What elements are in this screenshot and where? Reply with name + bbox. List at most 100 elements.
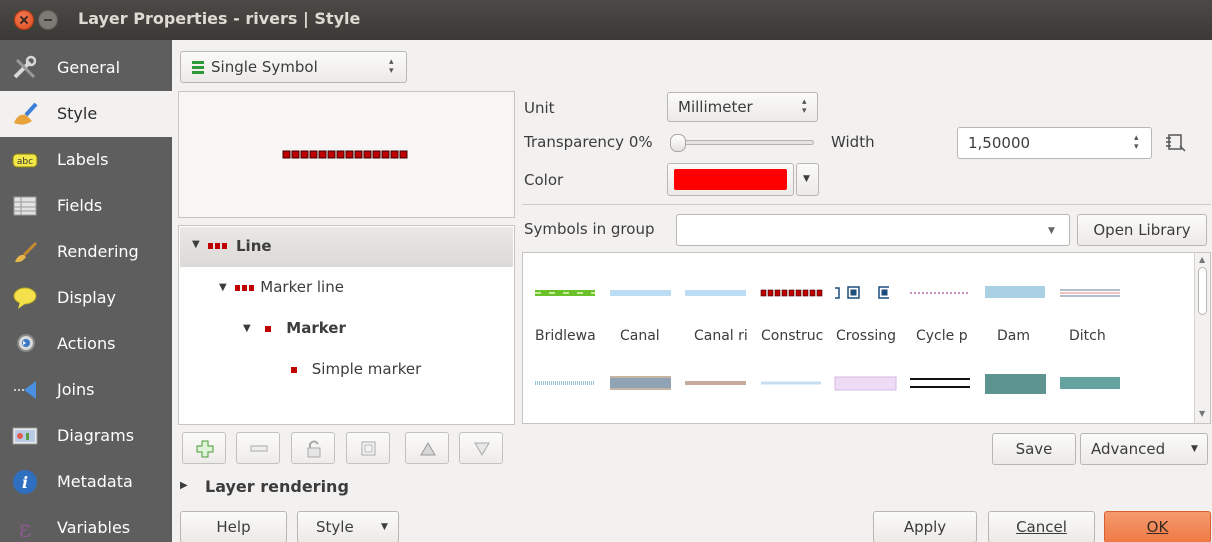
tree-label: Marker line bbox=[260, 278, 344, 296]
marker-line-icon bbox=[235, 285, 255, 291]
symbol-group-select[interactable]: ▼ bbox=[676, 214, 1070, 246]
sidebar-item-label: Labels bbox=[57, 150, 109, 169]
dropdown-arrow-icon: ▼ bbox=[803, 174, 810, 184]
lock-layer-button[interactable] bbox=[291, 432, 335, 464]
sidebar-item-variables[interactable]: ε Variables bbox=[0, 505, 172, 542]
svg-text:ε: ε bbox=[19, 515, 31, 541]
sidebar-item-diagrams[interactable]: Diagrams bbox=[0, 413, 172, 459]
arrow-down-icon bbox=[474, 442, 490, 456]
symbol-row2-2 bbox=[610, 376, 671, 390]
duplicate-layer-button[interactable] bbox=[346, 432, 390, 464]
unit-value: Millimeter bbox=[678, 98, 753, 116]
arrow-up-icon bbox=[420, 442, 436, 456]
abc-label-icon: abc bbox=[12, 153, 38, 168]
move-up-button[interactable] bbox=[405, 432, 449, 464]
sidebar-item-general[interactable]: General bbox=[0, 45, 172, 91]
expand-arrow-icon[interactable]: ▼ bbox=[192, 239, 200, 250]
plus-icon bbox=[196, 440, 214, 458]
unit-label: Unit bbox=[524, 99, 555, 117]
color-label: Color bbox=[524, 171, 564, 189]
color-button[interactable] bbox=[667, 163, 794, 196]
minus-icon bbox=[250, 445, 268, 452]
scroll-down-icon[interactable]: ▼ bbox=[1199, 409, 1205, 418]
unit-select[interactable]: Millimeter ▴ ▾ bbox=[667, 92, 818, 122]
symbols-group-label: Symbols in group bbox=[524, 220, 655, 238]
ok-button[interactable]: OK bbox=[1104, 511, 1211, 542]
scrollbar-thumb[interactable] bbox=[1198, 267, 1207, 315]
tree-row-marker[interactable]: ▼ Marker bbox=[243, 319, 346, 337]
sidebar-item-actions[interactable]: Actions bbox=[0, 321, 172, 367]
marker-line-preview bbox=[282, 150, 408, 159]
add-symbol-layer-button[interactable] bbox=[182, 432, 226, 464]
sidebar-item-rendering[interactable]: Rendering bbox=[0, 229, 172, 275]
tree-row-marker-line[interactable]: ▼ Marker line bbox=[219, 278, 344, 296]
tools-icon bbox=[13, 55, 37, 79]
single-symbol-icon bbox=[192, 61, 204, 74]
sidebar-item-metadata[interactable]: i Metadata bbox=[0, 459, 172, 505]
spin-arrows-icon[interactable]: ▴ ▾ bbox=[1134, 134, 1139, 152]
width-label: Width bbox=[831, 133, 875, 151]
color-menu-button[interactable]: ▼ bbox=[796, 163, 819, 196]
scroll-up-icon[interactable]: ▲ bbox=[1199, 255, 1205, 264]
symbol-row2-8 bbox=[1060, 377, 1120, 389]
width-spinbox[interactable]: 1,50000 ▴ ▾ bbox=[957, 127, 1152, 159]
symbol-row2-5 bbox=[834, 376, 897, 391]
collapse-arrow-icon[interactable]: ▶ bbox=[180, 480, 188, 491]
sidebar-item-joins[interactable]: Joins bbox=[0, 367, 172, 413]
paintbrush-icon bbox=[14, 102, 38, 125]
style-menu-label: Style bbox=[316, 518, 354, 536]
symbol-construction bbox=[760, 289, 823, 297]
expand-arrow-icon[interactable]: ▼ bbox=[219, 282, 227, 293]
tree-label: Marker bbox=[286, 319, 346, 337]
tree-row-line[interactable]: ▼ Line bbox=[180, 227, 513, 267]
symbol-label[interactable]: Canal ri bbox=[694, 328, 748, 344]
join-arrow-icon bbox=[14, 381, 36, 399]
symbol-list: Bridlewa Canal Canal ri Construc Crossin… bbox=[522, 252, 1211, 424]
remove-symbol-layer-button[interactable] bbox=[236, 432, 280, 464]
symbol-ditch bbox=[1060, 289, 1120, 297]
sidebar-item-label: Joins bbox=[57, 380, 95, 399]
help-button[interactable]: Help bbox=[180, 511, 287, 542]
minimize-window-button[interactable] bbox=[38, 10, 58, 30]
open-library-button[interactable]: Open Library bbox=[1077, 214, 1207, 246]
symbol-label[interactable]: Construc bbox=[761, 328, 823, 344]
epsilon-icon: ε bbox=[19, 515, 31, 541]
expand-arrow-icon[interactable]: ▼ bbox=[243, 323, 251, 334]
symbol-label[interactable]: Canal bbox=[620, 328, 660, 344]
symbol-label[interactable]: Crossing bbox=[836, 328, 896, 344]
advanced-label: Advanced bbox=[1091, 440, 1166, 458]
sidebar-item-style[interactable]: Style bbox=[0, 91, 172, 137]
save-symbol-button[interactable]: Save bbox=[992, 433, 1076, 465]
move-down-button[interactable] bbox=[459, 432, 503, 464]
color-swatch bbox=[674, 169, 787, 190]
sidebar-item-label: Metadata bbox=[57, 472, 133, 491]
svg-text:abc: abc bbox=[17, 157, 33, 167]
symbol-label[interactable]: Ditch bbox=[1069, 328, 1106, 344]
symbol-list-scrollbar[interactable]: ▲ ▼ bbox=[1194, 253, 1210, 423]
sidebar-item-label: Rendering bbox=[57, 242, 139, 261]
sidebar-item-label: Variables bbox=[57, 518, 131, 537]
close-window-button[interactable] bbox=[14, 10, 34, 30]
svg-text:i: i bbox=[22, 473, 28, 492]
sidebar-item-labels[interactable]: abc Labels bbox=[0, 137, 172, 183]
sidebar-item-label: Fields bbox=[57, 196, 103, 215]
transparency-slider-handle[interactable] bbox=[670, 134, 686, 152]
sidebar: General Style abc Labels Fields Renderin… bbox=[0, 40, 172, 542]
symbol-preview bbox=[178, 91, 515, 218]
symbol-label[interactable]: Dam bbox=[997, 328, 1030, 344]
symbol-label[interactable]: Cycle p bbox=[916, 328, 968, 344]
tree-label: Line bbox=[236, 237, 272, 255]
renderer-select[interactable]: Single Symbol ▴ ▾ bbox=[180, 51, 407, 83]
cancel-button[interactable]: Cancel bbox=[988, 511, 1095, 542]
apply-button[interactable]: Apply bbox=[873, 511, 977, 542]
style-menu-button[interactable]: Style ▼ bbox=[297, 511, 399, 542]
layer-rendering-toggle[interactable]: Layer rendering bbox=[205, 477, 349, 496]
sidebar-item-fields[interactable]: Fields bbox=[0, 183, 172, 229]
tree-row-simple-marker[interactable]: Simple marker bbox=[287, 360, 421, 378]
sidebar-item-display[interactable]: Display bbox=[0, 275, 172, 321]
sidebar-item-label: Actions bbox=[57, 334, 116, 353]
symbol-label[interactable]: Bridlewa bbox=[535, 328, 596, 344]
advanced-menu-button[interactable]: Advanced ▼ bbox=[1080, 433, 1208, 465]
transparency-slider-track[interactable] bbox=[672, 140, 814, 145]
data-defined-override-icon[interactable] bbox=[1165, 133, 1187, 153]
